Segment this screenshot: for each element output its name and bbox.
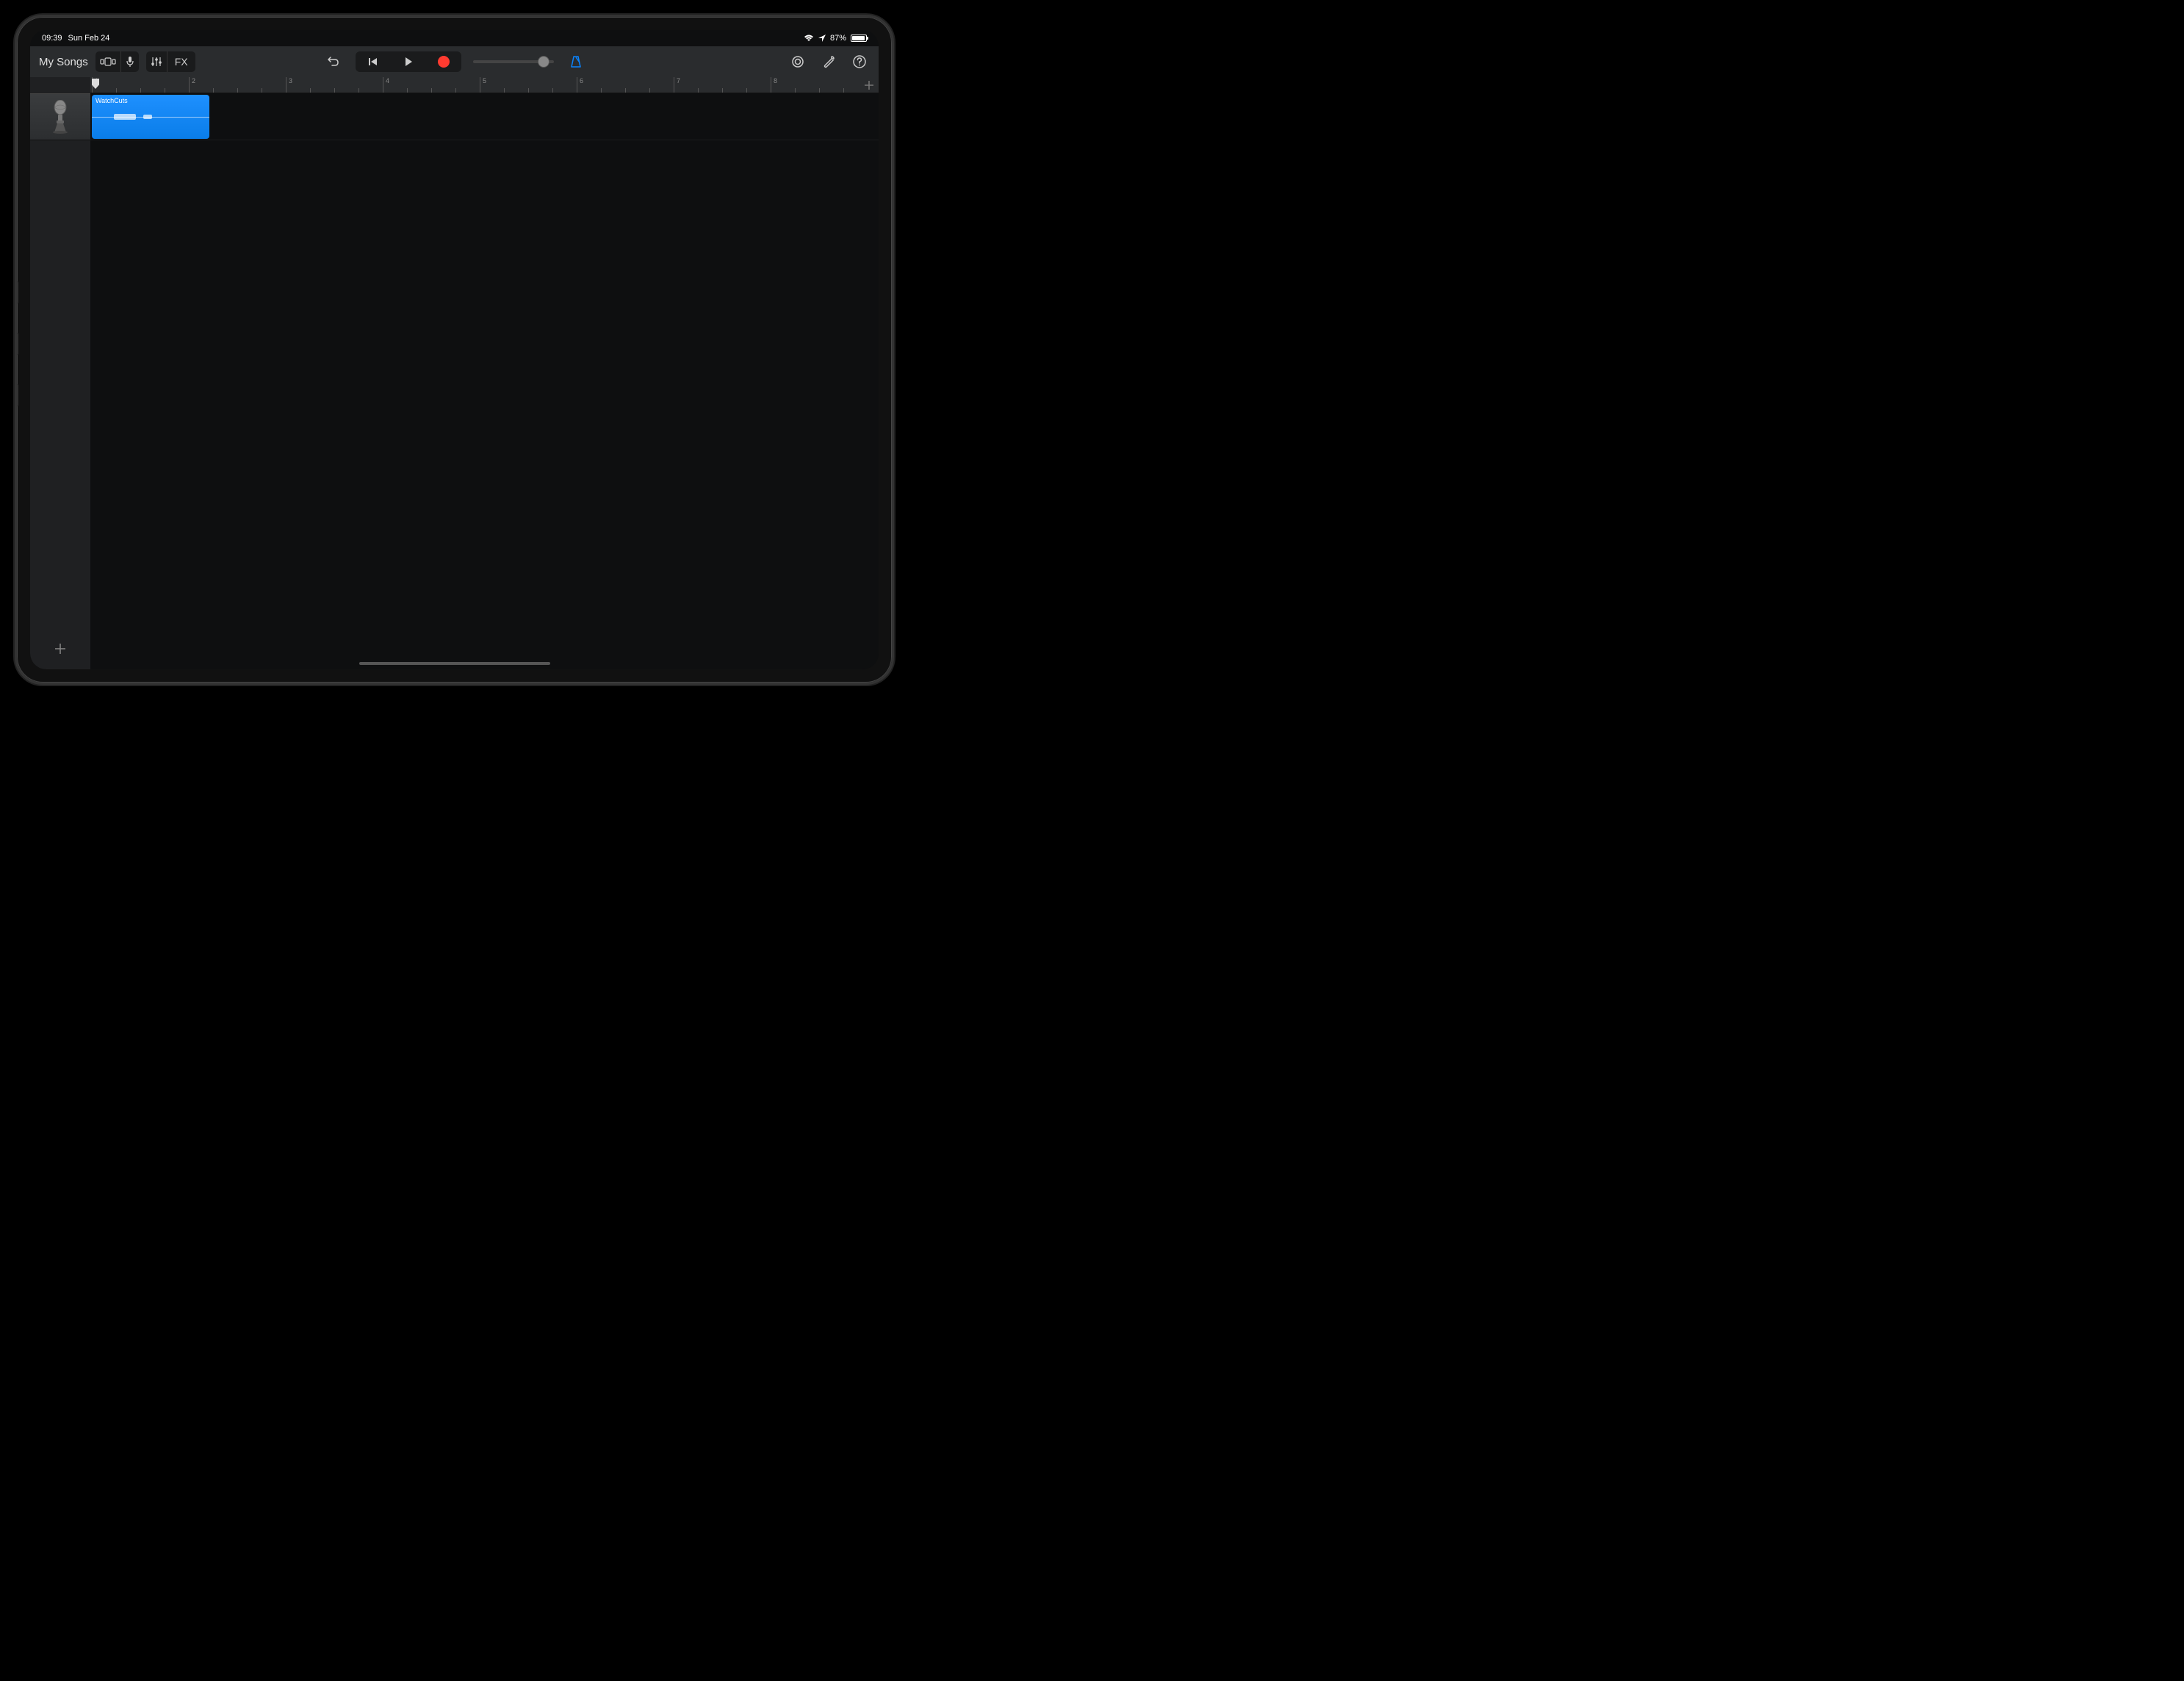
audio-region[interactable]: WatchCuts: [92, 95, 209, 139]
metronome-icon: [569, 55, 583, 68]
instrument-button[interactable]: [121, 51, 139, 72]
region-label: WatchCuts: [92, 95, 209, 107]
help-button[interactable]: [849, 51, 870, 72]
ruler-bar-label: 4: [383, 77, 389, 84]
ruler-tick: [358, 88, 359, 93]
skip-back-icon: [368, 57, 378, 67]
ruler-tick: [843, 88, 844, 93]
go-to-beginning-button[interactable]: [356, 51, 391, 72]
ruler-tick: [116, 88, 117, 93]
track-controls-button[interactable]: [146, 51, 167, 72]
ruler-tick: [504, 88, 505, 93]
ruler-bar-label: 3: [286, 77, 292, 84]
location-icon: [818, 35, 826, 42]
loop-button[interactable]: [788, 51, 808, 72]
ruler-tick: [140, 88, 141, 93]
loop-icon: [790, 54, 805, 69]
add-track-button[interactable]: [50, 638, 71, 659]
ruler-tick: [189, 84, 190, 93]
undo-icon: [327, 55, 340, 68]
ruler-tick: [407, 88, 408, 93]
browser-icon: [100, 57, 116, 67]
track-headers-column: [30, 77, 90, 669]
wrench-icon: [822, 55, 835, 68]
ruler-tick: [625, 88, 626, 93]
ruler-tick: [819, 88, 820, 93]
ruler-tick: [310, 88, 311, 93]
plus-icon: [54, 642, 67, 655]
ruler-tick: [431, 88, 432, 93]
fx-label: FX: [172, 56, 191, 68]
battery-icon: [851, 35, 867, 42]
add-section-button[interactable]: [864, 80, 874, 90]
wifi-icon: [804, 35, 814, 42]
play-icon: [403, 57, 414, 67]
playhead[interactable]: [92, 79, 99, 89]
undo-button[interactable]: [323, 51, 344, 72]
timeline[interactable]: 12345678 WatchCuts: [90, 77, 879, 669]
ruler-tick: [698, 88, 699, 93]
ruler-bar-label: 7: [674, 77, 680, 84]
record-button[interactable]: [426, 51, 461, 72]
ruler-bar-label: 2: [189, 77, 195, 84]
ruler-tick: [795, 88, 796, 93]
ruler-bar-label: 5: [480, 77, 486, 84]
status-time: 09:39: [42, 34, 62, 43]
ruler-tick: [213, 88, 214, 93]
my-songs-button[interactable]: My Songs: [39, 56, 88, 68]
transport-controls: [356, 51, 461, 72]
plus-icon: [864, 80, 874, 90]
ruler-tick: [552, 88, 553, 93]
microphone-icon: [126, 56, 134, 68]
ruler-tick: [649, 88, 650, 93]
track-header[interactable]: [30, 93, 90, 140]
ruler[interactable]: 12345678: [90, 77, 879, 93]
sliders-icon: [151, 57, 162, 67]
home-indicator[interactable]: [359, 662, 550, 665]
master-volume-slider[interactable]: [473, 60, 554, 63]
toolbar: My Songs: [30, 46, 879, 77]
ruler-tick: [334, 88, 335, 93]
browser-button[interactable]: [95, 51, 121, 72]
waveform: [92, 117, 209, 118]
ruler-tick: [601, 88, 602, 93]
ruler-tick: [746, 88, 747, 93]
volume-thumb[interactable]: [538, 56, 549, 68]
ruler-tick: [237, 88, 238, 93]
battery-percent: 87%: [830, 34, 846, 43]
track-lane[interactable]: WatchCuts: [90, 93, 879, 140]
metronome-button[interactable]: [566, 51, 586, 72]
ruler-bar-label: 8: [771, 77, 777, 84]
ruler-bar-label: 6: [577, 77, 583, 84]
settings-button[interactable]: [818, 51, 839, 72]
ruler-tick: [722, 88, 723, 93]
status-date: Sun Feb 24: [68, 34, 110, 43]
track-microphone-icon: [46, 99, 74, 134]
fx-button[interactable]: FX: [167, 51, 195, 72]
status-bar: 09:39 Sun Feb 24 87%: [30, 30, 879, 46]
help-icon: [852, 54, 867, 69]
ruler-tick: [455, 88, 456, 93]
record-icon: [438, 56, 450, 68]
play-button[interactable]: [391, 51, 426, 72]
ruler-tick: [528, 88, 529, 93]
